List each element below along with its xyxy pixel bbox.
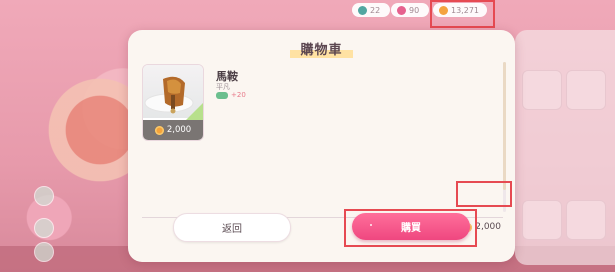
bg-side-button	[34, 186, 54, 206]
bg-shop-tile	[566, 70, 606, 110]
cart-list[interactable]: 2,000 馬鞍 平凡 +20	[140, 60, 506, 218]
bg-side-button	[34, 242, 54, 262]
heart-icon	[397, 5, 406, 15]
highlight-buy-button	[344, 209, 477, 247]
total-value: 2,000	[475, 222, 501, 232]
gem-icon	[358, 5, 367, 15]
modal-title: 購物車	[290, 38, 353, 60]
cart-item-card[interactable]: 2,000	[142, 64, 204, 141]
highlight-coin-balance	[430, 0, 495, 28]
heart-count: 90	[409, 5, 420, 15]
gem-counter: 22	[352, 3, 390, 17]
saddle-image	[143, 65, 203, 118]
bg-shop-tile	[566, 200, 606, 240]
bg-shop-tile	[522, 200, 562, 240]
item-price: 2,000	[166, 125, 192, 135]
highlight-total	[456, 181, 512, 207]
gem-count: 22	[370, 5, 381, 15]
bg-shop-tile	[522, 70, 562, 110]
back-button[interactable]: 返回	[173, 213, 291, 242]
item-stat-value: +20	[231, 91, 246, 99]
stat-icon	[216, 91, 228, 99]
item-price-tag: 2,000	[143, 120, 203, 140]
item-stat: +20	[216, 91, 246, 99]
coin-icon	[154, 125, 164, 135]
heart-counter: 90	[391, 3, 429, 17]
bg-side-button	[34, 218, 54, 238]
